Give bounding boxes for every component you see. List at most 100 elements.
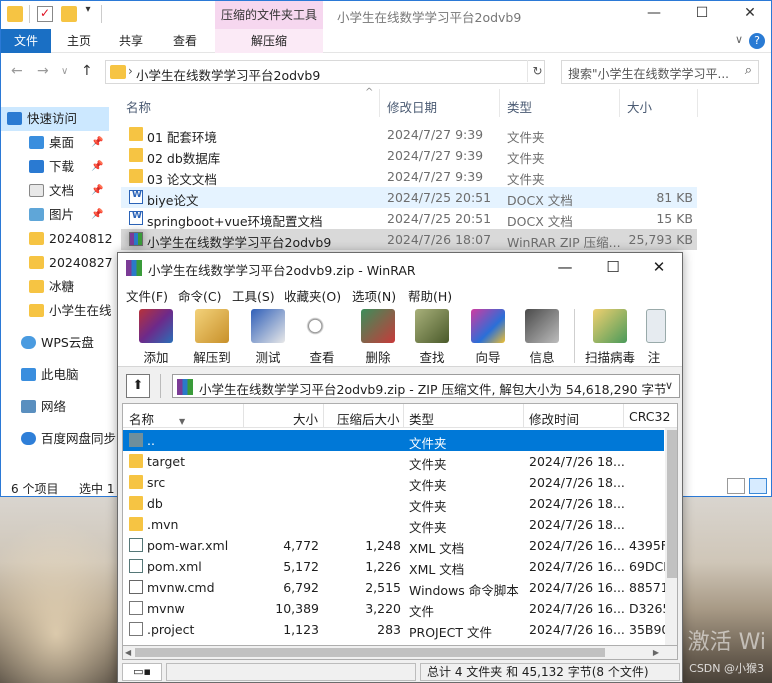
column-divider[interactable] bbox=[623, 404, 624, 428]
menu-file[interactable]: 文件(F) bbox=[126, 286, 168, 305]
comment-button[interactable]: 注 bbox=[640, 307, 680, 365]
column-divider[interactable] bbox=[323, 404, 324, 428]
tab-file[interactable]: 文件 bbox=[1, 29, 51, 53]
archive-row[interactable]: mvnw.cmd 6,792 2,515 Windows 命令脚本 2024/7… bbox=[123, 577, 669, 598]
customize-quick-access-icon[interactable]: ▾ bbox=[77, 4, 99, 15]
close-icon[interactable]: ✕ bbox=[648, 258, 670, 276]
scrollbar-thumb[interactable] bbox=[667, 430, 677, 578]
view-button[interactable]: 查看 bbox=[298, 307, 346, 365]
archive-row-selected[interactable]: .. 文件夹 bbox=[123, 430, 664, 451]
address-bar[interactable]: › 小学生在线数学学习平台2odvb9 ∨ bbox=[105, 60, 619, 84]
scroll-right-icon[interactable]: ▶ bbox=[653, 648, 659, 657]
test-button[interactable]: 测试 bbox=[244, 307, 292, 365]
column-modified[interactable]: 修改时间 bbox=[529, 409, 579, 428]
archive-file-list: 名称 ▼ 大小 压缩后大小 类型 修改时间 CRC32 .. 文件夹 targe… bbox=[122, 403, 678, 646]
column-divider[interactable] bbox=[523, 404, 524, 428]
column-divider[interactable] bbox=[403, 404, 404, 428]
tab-extract[interactable]: 解压缩 bbox=[215, 29, 323, 53]
column-divider[interactable] bbox=[379, 89, 380, 117]
folder-icon[interactable] bbox=[7, 6, 23, 22]
column-size[interactable]: 大小 bbox=[627, 97, 652, 116]
file-row[interactable]: 02 db数据库 2024/7/27 9:39 文件夹 bbox=[121, 145, 697, 166]
archive-path-dropdown[interactable]: 小学生在线数学学习平台2odvb9.zip - ZIP 压缩文件, 解包大小为 … bbox=[172, 374, 680, 398]
entry-name: mvnw.cmd bbox=[147, 580, 215, 595]
nav-item-quick-access[interactable]: 快速访问 bbox=[1, 107, 109, 131]
help-icon[interactable]: ? bbox=[749, 33, 765, 49]
drive-icon[interactable]: ▭▪ bbox=[122, 663, 162, 681]
archive-row[interactable]: pom-war.xml 4,772 1,248 XML 文档 2024/7/26… bbox=[123, 535, 668, 556]
delete-button[interactable]: 删除 bbox=[354, 307, 402, 365]
archive-row[interactable]: .mvn 文件夹 2024/7/26 18... bbox=[123, 514, 664, 535]
entry-type: 文件夹 bbox=[409, 499, 447, 514]
entry-modified: 2024/7/26 18... bbox=[529, 496, 625, 511]
archive-row[interactable]: .project 1,123 283 PROJECT 文件 2024/7/26 … bbox=[123, 619, 669, 640]
minimize-icon[interactable]: — bbox=[643, 5, 665, 21]
refresh-icon[interactable]: ↻ bbox=[527, 60, 547, 82]
vertical-scrollbar[interactable] bbox=[665, 428, 677, 645]
pin-icon: 📌 bbox=[91, 137, 104, 148]
menu-options[interactable]: 选项(N) bbox=[352, 286, 396, 305]
column-date[interactable]: 修改日期 bbox=[387, 97, 437, 116]
back-arrow-icon[interactable]: ← bbox=[11, 63, 23, 79]
details-view-icon[interactable] bbox=[727, 478, 745, 494]
column-type[interactable]: 类型 bbox=[507, 97, 532, 116]
add-button[interactable]: 添加 bbox=[132, 307, 180, 365]
wizard-button[interactable]: 向导 bbox=[464, 307, 512, 365]
archive-row[interactable]: db 文件夹 2024/7/26 18... bbox=[123, 493, 664, 514]
maximize-icon[interactable]: ☐ bbox=[691, 5, 713, 21]
maximize-icon[interactable]: ☐ bbox=[602, 258, 624, 276]
divider bbox=[101, 5, 102, 23]
archive-row[interactable]: target 文件夹 2024/7/26 18... bbox=[123, 451, 664, 472]
column-packed[interactable]: 压缩后大小 bbox=[337, 409, 400, 428]
search-input[interactable]: 搜索"小学生在线数学学习平... ⌕ bbox=[561, 60, 759, 84]
tab-share[interactable]: 共享 bbox=[109, 29, 153, 53]
extract-to-button[interactable]: 解压到 bbox=[188, 307, 236, 365]
scrollbar-thumb[interactable] bbox=[135, 648, 605, 657]
chevron-right-icon[interactable]: › bbox=[128, 64, 133, 78]
archive-row[interactable]: pom.xml 5,172 1,226 XML 文档 2024/7/26 16.… bbox=[123, 556, 671, 577]
forward-arrow-icon[interactable]: → bbox=[37, 63, 49, 79]
tab-home[interactable]: 主页 bbox=[57, 29, 101, 53]
column-type[interactable]: 类型 bbox=[409, 409, 434, 428]
archive-row[interactable]: mvnw 10,389 3,220 文件 2024/7/26 16... D32… bbox=[123, 598, 670, 619]
archive-row[interactable]: src 文件夹 2024/7/26 18... bbox=[123, 472, 664, 493]
xml-icon bbox=[129, 538, 143, 552]
scroll-left-icon[interactable]: ◀ bbox=[125, 648, 131, 657]
column-divider[interactable] bbox=[697, 89, 698, 117]
file-row-selected[interactable]: 小学生在线数学学习平台2odvb9 2024/7/26 18:07 WinRAR… bbox=[121, 229, 697, 250]
column-name[interactable]: 名称 bbox=[129, 409, 154, 428]
horizontal-scrollbar[interactable]: ◀ ▶ bbox=[122, 646, 678, 660]
close-icon[interactable]: ✕ bbox=[739, 5, 761, 21]
file-row[interactable]: 01 配套环境 2024/7/27 9:39 文件夹 bbox=[121, 124, 697, 145]
minimize-icon[interactable]: — bbox=[554, 258, 576, 276]
recent-locations-icon[interactable]: ∨ bbox=[61, 66, 68, 77]
large-icons-view-icon[interactable] bbox=[749, 478, 767, 494]
file-row[interactable]: springboot+vue环境配置文档 2024/7/25 20:51 DOC… bbox=[121, 208, 697, 229]
column-crc[interactable]: CRC32 bbox=[629, 409, 675, 424]
file-row[interactable]: 03 论文文档 2024/7/27 9:39 文件夹 bbox=[121, 166, 697, 187]
column-size[interactable]: 大小 bbox=[293, 409, 318, 428]
file-row[interactable]: biye论文 2024/7/25 20:51 DOCX 文档 81 KB bbox=[121, 187, 697, 208]
winrar-title: 小学生在线数学学习平台2odvb9.zip - WinRAR bbox=[148, 263, 416, 278]
menu-favorites[interactable]: 收藏夹(O) bbox=[284, 286, 341, 305]
menu-help[interactable]: 帮助(H) bbox=[408, 286, 452, 305]
csdn-watermark: CSDN @小猴3 bbox=[689, 662, 764, 675]
context-tab-compressed-tools[interactable]: 压缩的文件夹工具 bbox=[215, 1, 323, 29]
up-folder-icon[interactable]: ⬆ bbox=[126, 374, 150, 398]
column-divider[interactable] bbox=[619, 89, 620, 117]
chevron-down-icon[interactable]: ∨ bbox=[735, 33, 743, 46]
menu-commands[interactable]: 命令(C) bbox=[178, 286, 221, 305]
column-divider[interactable] bbox=[243, 404, 244, 428]
tab-view[interactable]: 查看 bbox=[163, 29, 207, 53]
chevron-down-icon[interactable]: ∨ bbox=[665, 379, 673, 392]
up-arrow-icon[interactable]: ↑ bbox=[81, 63, 93, 79]
info-button[interactable]: 信息 bbox=[518, 307, 566, 365]
scan-virus-button[interactable]: 扫描病毒 bbox=[582, 307, 638, 365]
column-name[interactable]: 名称 bbox=[126, 97, 151, 116]
find-button[interactable]: 查找 bbox=[408, 307, 456, 365]
column-divider[interactable] bbox=[499, 89, 500, 117]
nav-label: 冰糖 bbox=[49, 279, 75, 294]
new-folder-icon[interactable] bbox=[61, 6, 77, 22]
properties-icon[interactable] bbox=[37, 6, 53, 22]
menu-tools[interactable]: 工具(S) bbox=[232, 286, 275, 305]
